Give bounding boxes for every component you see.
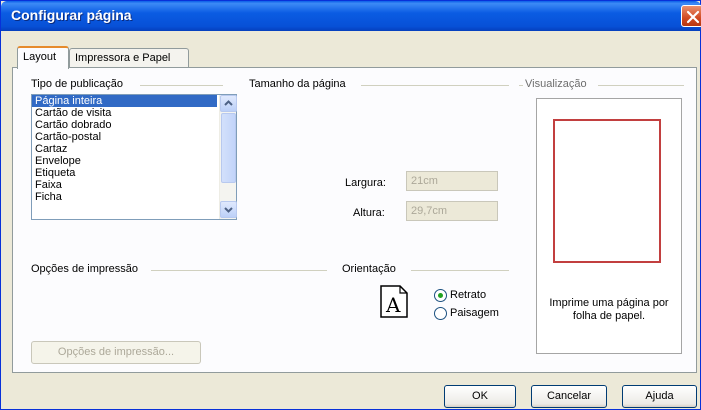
portrait-label[interactable]: Retrato: [450, 289, 486, 301]
divider: [361, 85, 509, 86]
list-item[interactable]: Cartaz: [32, 143, 217, 155]
width-field[interactable]: 21cm: [406, 171, 498, 191]
cancel-button[interactable]: Cancelar: [531, 385, 607, 408]
chevron-up-icon: [224, 100, 233, 106]
preview-caption: Imprime uma página por folha de papel.: [549, 297, 669, 322]
orientation-glyph: A: [385, 293, 401, 317]
landscape-label[interactable]: Paisagem: [450, 307, 499, 319]
portrait-page-icon: A: [380, 285, 408, 318]
list-item[interactable]: Etiqueta: [32, 167, 217, 179]
ok-button[interactable]: OK: [444, 385, 516, 408]
close-icon: [686, 10, 700, 24]
print-options-button[interactable]: Opções de impressão...: [31, 341, 201, 364]
list-item[interactable]: Cartão-postal: [32, 131, 217, 143]
publication-type-list[interactable]: Página inteira Cartão de visita Cartão d…: [31, 94, 237, 220]
preview-label: Visualização: [525, 78, 587, 90]
divider: [411, 270, 509, 271]
chevron-down-icon: [224, 207, 233, 213]
scroll-thumb[interactable]: [221, 113, 236, 183]
landscape-radio[interactable]: [434, 307, 447, 320]
list-item[interactable]: Faixa: [32, 179, 217, 191]
page-setup-dialog: Configurar página Layout Impressora e Pa…: [0, 0, 701, 410]
width-label: Largura:: [345, 177, 386, 189]
list-item[interactable]: Página inteira: [32, 95, 217, 107]
height-field[interactable]: 29,7cm: [406, 201, 498, 221]
divider: [140, 85, 223, 86]
window-title: Configurar página: [11, 7, 132, 23]
scroll-up-button[interactable]: [220, 95, 237, 112]
title-bar[interactable]: Configurar página: [1, 1, 701, 31]
page-size-label: Tamanho da página: [249, 78, 346, 90]
divider: [598, 85, 684, 86]
publication-type-label: Tipo de publicação: [31, 78, 123, 90]
divider: [151, 270, 327, 271]
tab-layout[interactable]: Layout: [17, 46, 69, 69]
print-options-label: Opções de impressão: [31, 263, 138, 275]
list-item[interactable]: Envelope: [32, 155, 217, 167]
list-item[interactable]: Ficha: [32, 191, 217, 203]
help-button[interactable]: Ajuda: [622, 385, 697, 408]
height-label: Altura:: [353, 207, 385, 219]
orientation-label: Orientação: [342, 263, 396, 275]
radio-selected-dot: [438, 293, 443, 298]
page-preview: [553, 119, 661, 263]
list-item[interactable]: Cartão de visita: [32, 107, 217, 119]
scroll-down-button[interactable]: [220, 201, 237, 218]
list-scrollbar[interactable]: [219, 95, 237, 219]
close-button[interactable]: [681, 5, 701, 27]
portrait-radio[interactable]: [434, 289, 447, 302]
tab-printer-and-paper[interactable]: Impressora e Papel: [69, 48, 189, 68]
divider: [519, 85, 523, 86]
list-item[interactable]: Cartão dobrado: [32, 119, 217, 131]
